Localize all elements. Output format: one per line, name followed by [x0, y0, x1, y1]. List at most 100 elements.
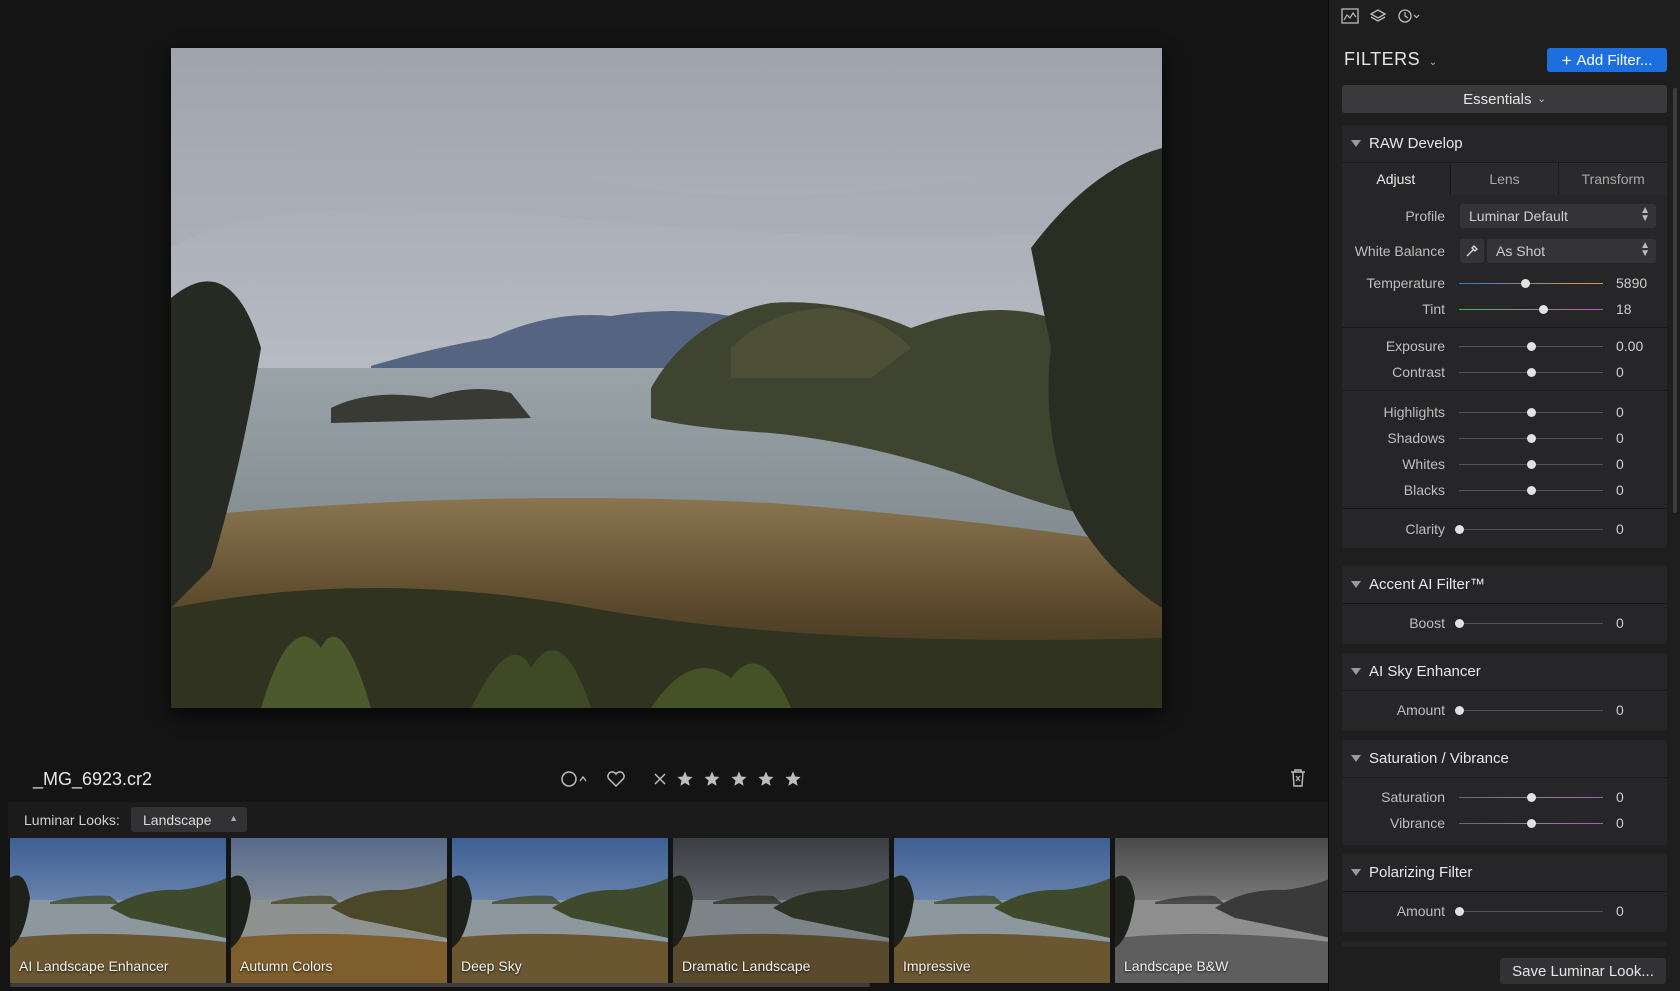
- white-balance-value: As Shot: [1496, 243, 1546, 259]
- tab-transform[interactable]: Transform: [1559, 163, 1668, 195]
- photo-preview[interactable]: [171, 48, 1162, 708]
- blacks-row: Blacks 0: [1342, 478, 1667, 502]
- filters-title[interactable]: FILTERS ⌄: [1344, 49, 1438, 70]
- look-thumbnail[interactable]: Dramatic Landscape: [673, 838, 889, 983]
- tab-adjust[interactable]: Adjust: [1342, 163, 1451, 195]
- star-1-icon[interactable]: [674, 769, 695, 790]
- collapse-triangle-icon: [1351, 668, 1361, 675]
- panel-toolbar: [1341, 8, 1423, 29]
- clarity-value: 0: [1616, 521, 1624, 537]
- vibrance-row: Vibrance 0: [1342, 811, 1667, 835]
- rating-controls: [560, 767, 803, 791]
- looks-category-value: Landscape: [143, 812, 212, 828]
- raw-develop-title: RAW Develop: [1369, 135, 1463, 152]
- look-thumbnail[interactable]: Deep Sky: [452, 838, 668, 983]
- tab-lens[interactable]: Lens: [1450, 163, 1560, 195]
- collapse-triangle-icon: [1351, 869, 1361, 876]
- clarity-label: Clarity: [1405, 521, 1445, 537]
- profile-select[interactable]: Luminar Default ▲ ▼: [1460, 204, 1656, 228]
- contrast-value: 0: [1616, 364, 1624, 380]
- polarizing-amount-value: 0: [1616, 903, 1624, 919]
- filename-label: _MG_6923.cr2: [33, 769, 153, 789]
- save-luminar-look-button[interactable]: Save Luminar Look...: [1500, 958, 1666, 984]
- looks-strip: AI Landscape Enhancer Autumn Colors Deep S…: [10, 838, 1328, 983]
- history-icon[interactable]: [1397, 8, 1423, 29]
- sky-amount-thumb[interactable]: [1454, 706, 1464, 715]
- shadows-row: Shadows 0: [1342, 426, 1667, 450]
- whites-value: 0: [1616, 456, 1624, 472]
- luminar-looks-bar: Luminar Looks: Landscape ▲: [8, 802, 1328, 838]
- layers-icon[interactable]: [1369, 8, 1387, 29]
- blacks-value: 0: [1616, 482, 1624, 498]
- contrast-thumb[interactable]: [1526, 368, 1536, 377]
- saturation-row: Saturation 0: [1342, 785, 1667, 809]
- histogram-icon[interactable]: [1341, 8, 1359, 29]
- heart-icon[interactable]: [606, 770, 626, 788]
- tint-value: 18: [1616, 301, 1632, 317]
- updown-chevron-icon: ▲ ▼: [1640, 240, 1650, 259]
- polarizing-amount-thumb[interactable]: [1454, 907, 1464, 916]
- add-filter-label: Add Filter...: [1576, 51, 1653, 69]
- look-thumbnail[interactable]: Landscape B&W: [1115, 838, 1328, 983]
- panel-scrollbar[interactable]: [1673, 88, 1677, 513]
- looks-category-select[interactable]: Landscape ▲: [131, 807, 247, 832]
- exposure-value: 0.00: [1616, 338, 1644, 354]
- saturation-vibrance-header[interactable]: Saturation / Vibrance: [1342, 740, 1667, 778]
- white-balance-select[interactable]: As Shot ▲ ▼: [1487, 239, 1656, 263]
- look-name: Impressive: [903, 958, 971, 974]
- collapse-triangle-icon: [1351, 755, 1361, 762]
- tint-track[interactable]: [1459, 309, 1603, 310]
- eyedropper-icon[interactable]: [1460, 239, 1484, 263]
- look-thumbnail[interactable]: Impressive: [894, 838, 1110, 983]
- tint-thumb[interactable]: [1539, 305, 1549, 314]
- sky-amount-track[interactable]: [1459, 710, 1603, 711]
- clarity-row: Clarity 0: [1342, 517, 1667, 541]
- star-4-icon[interactable]: [755, 769, 776, 790]
- polarizing-title: Polarizing Filter: [1369, 864, 1473, 881]
- temperature-track[interactable]: [1459, 283, 1603, 284]
- chevron-up-icon: ▲: [229, 813, 238, 823]
- boost-row: Boost 0: [1342, 611, 1667, 635]
- star-5-icon[interactable]: [782, 769, 803, 790]
- accent-ai-title: Accent AI Filter™: [1369, 576, 1485, 593]
- whites-row: Whites 0: [1342, 452, 1667, 476]
- trash-icon[interactable]: [1289, 768, 1307, 788]
- whites-thumb[interactable]: [1526, 460, 1536, 469]
- star-3-icon[interactable]: [728, 769, 749, 790]
- star-2-icon[interactable]: [701, 769, 722, 790]
- look-thumbnail[interactable]: Autumn Colors: [231, 838, 447, 983]
- contrast-row: Contrast 0: [1342, 360, 1667, 384]
- saturation-thumb[interactable]: [1526, 793, 1536, 802]
- look-name: Deep Sky: [461, 958, 522, 974]
- clarity-thumb[interactable]: [1454, 525, 1464, 534]
- blacks-thumb[interactable]: [1526, 486, 1536, 495]
- ai-sky-header[interactable]: AI Sky Enhancer: [1342, 653, 1667, 691]
- chevron-down-icon: ⌄: [1428, 57, 1438, 68]
- updown-chevron-icon: ▲ ▼: [1640, 205, 1650, 224]
- raw-develop-header[interactable]: RAW Develop: [1342, 125, 1667, 163]
- exposure-thumb[interactable]: [1526, 342, 1536, 351]
- add-filter-button[interactable]: + Add Filter...: [1547, 48, 1667, 72]
- boost-track[interactable]: [1459, 623, 1603, 624]
- clarity-track[interactable]: [1459, 529, 1603, 530]
- flag-status-icon[interactable]: [560, 770, 588, 788]
- polarizing-amount-track[interactable]: [1459, 911, 1603, 912]
- temperature-thumb[interactable]: [1520, 279, 1530, 288]
- vibrance-value: 0: [1616, 815, 1624, 831]
- looks-strip-scrollbar[interactable]: [10, 983, 870, 987]
- reject-x-icon[interactable]: [652, 771, 668, 787]
- ai-sky-filter: AI Sky Enhancer Amount 0: [1342, 653, 1667, 731]
- filters-panel: FILTERS ⌄ + Add Filter... Essentials ⌄ R…: [1328, 0, 1680, 991]
- polarizing-filter: Polarizing Filter Amount 0: [1342, 854, 1667, 932]
- boost-thumb[interactable]: [1454, 619, 1464, 628]
- saturation-vibrance-title: Saturation / Vibrance: [1369, 750, 1509, 767]
- polarizing-header[interactable]: Polarizing Filter: [1342, 854, 1667, 892]
- shadows-thumb[interactable]: [1526, 434, 1536, 443]
- look-thumbnail[interactable]: AI Landscape Enhancer: [10, 838, 226, 983]
- exposure-row: Exposure 0.00: [1342, 334, 1667, 358]
- vibrance-thumb[interactable]: [1526, 819, 1536, 828]
- workspace-select[interactable]: Essentials ⌄: [1342, 85, 1667, 113]
- look-name: Landscape B&W: [1124, 958, 1229, 974]
- accent-ai-header[interactable]: Accent AI Filter™: [1342, 566, 1667, 604]
- highlights-thumb[interactable]: [1526, 408, 1536, 417]
